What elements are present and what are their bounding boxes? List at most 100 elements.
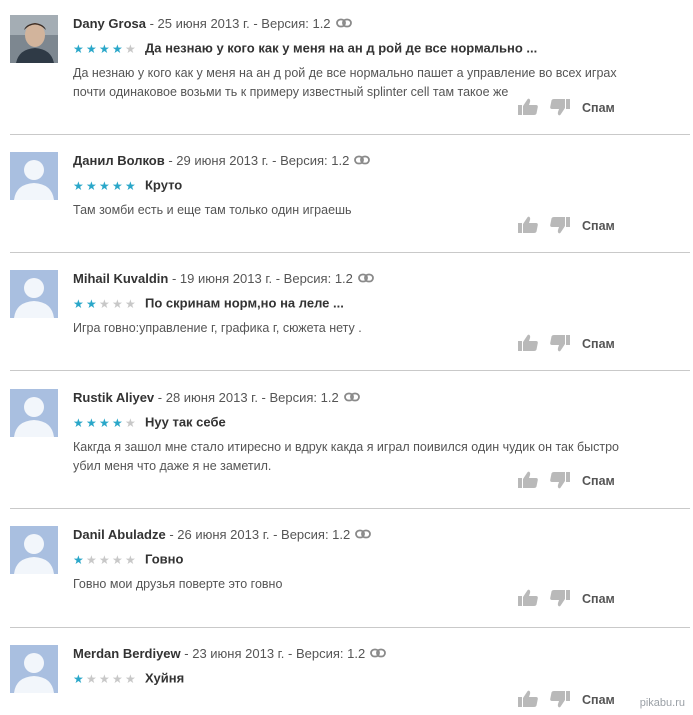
review-header: Mihail Kuvaldin - 19 июня 2013 г. - Верс… [73,270,374,288]
star-icon: ★ [125,296,136,311]
star-icon: ★ [112,671,123,686]
thumbs-down-icon[interactable] [549,98,571,121]
star-icon: ★ [73,415,84,430]
link-icon[interactable] [354,152,371,170]
thumbs-up-icon[interactable] [517,471,539,494]
avatar[interactable] [10,645,58,693]
thumbs-up-icon[interactable] [517,589,539,612]
review-author[interactable]: Rustik Aliyev [73,390,154,405]
star-icon: ★ [99,41,110,56]
star-icon: ★ [125,552,136,567]
thumbs-down-icon[interactable] [549,589,571,612]
thumbs-up-icon[interactable] [517,216,539,239]
star-icon: ★ [125,178,136,193]
star-icon: ★ [73,671,84,686]
review-author[interactable]: Merdan Berdiyew [73,646,181,661]
watermark: pikabu.ru [639,697,685,709]
review-title-row: ★ ★ ★ ★ ★ Хуйня [73,669,184,688]
link-icon[interactable] [355,526,372,544]
rating-stars: ★ ★ ★ ★ ★ [73,295,138,313]
review-meta: - 28 июня 2013 г. - Версия: 1.2 [154,390,339,405]
star-icon: ★ [99,178,110,193]
star-icon: ★ [112,41,123,56]
review-header: Данил Волков - 29 июня 2013 г. - Версия:… [73,152,371,170]
rating-stars: ★ ★ ★ ★ ★ [73,177,138,195]
review-title: Круто [145,177,183,193]
star-icon: ★ [73,296,84,311]
star-icon: ★ [73,552,84,567]
star-icon: ★ [86,671,97,686]
review-title: Да незнаю у кого как у меня на ан д рой … [145,40,538,56]
review-author[interactable]: Danil Abuladze [73,527,166,542]
review-actions: Спам [517,98,627,118]
review-header: Rustik Aliyev - 28 июня 2013 г. - Версия… [73,389,360,407]
thumbs-down-icon[interactable] [549,690,571,713]
thumbs-up-icon[interactable] [517,98,539,121]
review-title-row: ★ ★ ★ ★ ★ Круто [73,176,182,195]
review-header: Dany Grosa - 25 июня 2013 г. - Версия: 1… [73,15,352,33]
review-meta: - 23 июня 2013 г. - Версия: 1.2 [180,646,366,661]
spam-button[interactable]: Спам [582,101,615,115]
review-meta: - 29 июня 2013 г. - Версия: 1.2 [164,153,350,168]
avatar[interactable] [10,389,58,437]
link-icon[interactable] [357,270,374,288]
review-title: Говно [145,551,184,567]
spam-button[interactable]: Спам [582,337,615,351]
thumbs-down-icon[interactable] [549,216,571,239]
link-icon[interactable] [370,645,387,663]
thumbs-down-icon[interactable] [549,471,571,494]
star-icon: ★ [99,296,110,311]
star-icon: ★ [86,296,97,311]
review-title-row: ★ ★ ★ ★ ★ Говно [73,550,183,569]
divider [10,252,690,253]
avatar[interactable] [10,270,58,318]
link-icon[interactable] [343,389,360,407]
star-icon: ★ [86,552,97,567]
avatar[interactable] [10,526,58,574]
review-meta: - 19 июня 2013 г. - Версия: 1.2 [168,271,353,286]
spam-button[interactable]: Спам [582,592,615,606]
star-icon: ★ [112,296,123,311]
review-header: Merdan Berdiyew - 23 июня 2013 г. - Верс… [73,645,387,663]
spam-button[interactable]: Спам [582,219,615,233]
review-title-row: ★ ★ ★ ★ ★ По скринам норм,но на леле ... [73,294,344,313]
review-actions: Спам [517,589,627,609]
star-icon: ★ [86,415,97,430]
star-icon: ★ [125,415,136,430]
link-icon[interactable] [335,15,352,33]
review-actions: Спам [517,690,627,710]
thumbs-down-icon[interactable] [549,334,571,357]
star-icon: ★ [86,178,97,193]
rating-stars: ★ ★ ★ ★ ★ [73,414,138,432]
star-icon: ★ [112,415,123,430]
review-author[interactable]: Dany Grosa [73,16,146,31]
review-actions: Спам [517,216,627,236]
review-title-row: ★ ★ ★ ★ ★ Нуу так себе [73,413,226,432]
divider [10,627,690,628]
star-icon: ★ [112,552,123,567]
review-meta: - 26 июня 2013 г. - Версия: 1.2 [165,527,351,542]
review-author[interactable]: Данил Волков [73,153,165,168]
review-title: Нуу так себе [145,414,226,430]
star-icon: ★ [99,671,110,686]
star-icon: ★ [99,552,110,567]
review-meta: - 25 июня 2013 г. - Версия: 1.2 [145,16,331,31]
review-title-row: ★ ★ ★ ★ ★ Да незнаю у кого как у меня на ан д… [73,39,537,58]
review-author[interactable]: Mihail Kuvaldin [73,271,168,286]
review-title: Хуйня [145,670,185,686]
avatar[interactable] [10,15,58,63]
star-icon: ★ [112,178,123,193]
rating-stars: ★ ★ ★ ★ ★ [73,670,138,688]
review-body: Да незнаю у кого как у меня на ан д рой … [73,66,617,99]
rating-stars: ★ ★ ★ ★ ★ [73,40,138,58]
star-icon: ★ [125,41,136,56]
review-actions: Спам [517,471,627,491]
spam-button[interactable]: Спам [582,474,615,488]
star-icon: ★ [73,41,84,56]
thumbs-up-icon[interactable] [517,334,539,357]
avatar[interactable] [10,152,58,200]
review-actions: Спам [517,334,627,354]
spam-button[interactable]: Спам [582,693,615,707]
divider [10,370,690,371]
thumbs-up-icon[interactable] [517,690,539,713]
